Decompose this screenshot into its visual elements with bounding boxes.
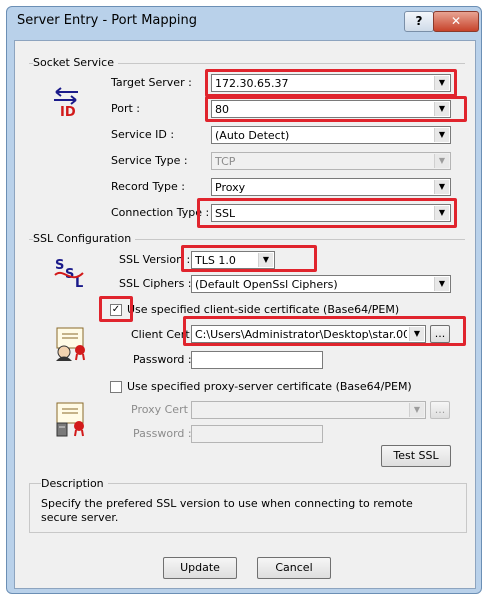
svg-text:S: S	[55, 258, 64, 273]
description-text-line2: secure server.	[41, 511, 119, 524]
dropdown-arrow-icon[interactable]: ▼	[434, 180, 449, 194]
password-label: Password :	[133, 353, 192, 366]
ssl-config-title: SSL Configuration	[33, 232, 136, 245]
window-title: Server Entry - Port Mapping	[17, 13, 198, 28]
highlight-target-server	[205, 69, 457, 97]
ssl-ciphers-combo[interactable]: (Default OpenSsl Ciphers) ▼	[191, 275, 451, 293]
ssl-ciphers-value: (Default OpenSsl Ciphers)	[195, 278, 338, 291]
cancel-button[interactable]: Cancel	[257, 557, 331, 579]
update-button[interactable]: Update	[163, 557, 237, 579]
test-ssl-button[interactable]: Test SSL	[381, 445, 451, 467]
proxy-cert-checkbox[interactable]	[110, 381, 122, 393]
dropdown-arrow-icon: ▼	[409, 403, 424, 417]
dropdown-arrow-icon[interactable]: ▼	[434, 128, 449, 142]
close-button[interactable]: ✕	[433, 11, 479, 32]
highlight-port	[205, 96, 467, 122]
ssl-version-label: SSL Version :	[119, 253, 191, 266]
port-label: Port :	[111, 102, 141, 115]
password-input[interactable]	[191, 351, 323, 369]
highlight-client-cert-checkbox	[99, 296, 133, 322]
client-cert-checkbox-label[interactable]: Use specified client-side certificate (B…	[127, 303, 399, 316]
certificate-user-icon	[56, 327, 85, 361]
record-type-combo[interactable]: Proxy ▼	[211, 178, 451, 196]
highlight-connection-type	[197, 198, 457, 228]
proxy-cert-checkbox-label[interactable]: Use specified proxy-server certificate (…	[127, 380, 412, 393]
id-arrows-icon: ID	[54, 87, 78, 120]
title-bar[interactable]: Server Entry - Port Mapping ? ✕	[7, 7, 481, 35]
proxy-password-input	[191, 425, 323, 443]
proxy-cert-browse-button: ...	[430, 401, 450, 419]
certificate-server-icon	[56, 402, 84, 437]
service-type-label: Service Type :	[111, 154, 188, 167]
record-type-value: Proxy	[215, 181, 246, 194]
svg-text:ID: ID	[60, 105, 76, 120]
service-id-combo[interactable]: (Auto Detect) ▼	[211, 126, 451, 144]
socket-service-title: Socket Service	[33, 56, 118, 69]
proxy-cert-combo: ▼	[191, 401, 426, 419]
dialog-window: Server Entry - Port Mapping ? ✕ Socket S…	[6, 6, 482, 594]
target-server-label: Target Server :	[111, 76, 192, 89]
dropdown-arrow-icon: ▼	[434, 154, 449, 168]
proxy-cert-label: Proxy Cert :	[131, 403, 196, 416]
service-type-combo: TCP ▼	[211, 152, 451, 170]
highlight-ssl-version	[181, 245, 317, 272]
description-title: Description	[41, 477, 108, 490]
connection-type-label: Connection Type :	[111, 206, 210, 219]
description-text-line1: Specify the prefered SSL version to use …	[41, 497, 413, 510]
service-id-value: (Auto Detect)	[215, 129, 290, 142]
dropdown-arrow-icon[interactable]: ▼	[434, 277, 449, 291]
service-type-value: TCP	[215, 155, 236, 168]
ssl-ciphers-label: SSL Ciphers :	[119, 277, 192, 290]
service-id-label: Service ID :	[111, 128, 175, 141]
dialog-client-area: Socket Service ID Target Server : 172.30…	[14, 40, 476, 589]
help-button[interactable]: ?	[404, 11, 434, 32]
proxy-password-label: Password :	[133, 427, 192, 440]
record-type-label: Record Type :	[111, 180, 185, 193]
ssl-icon: S S L	[54, 258, 84, 289]
highlight-client-cert	[183, 316, 466, 346]
